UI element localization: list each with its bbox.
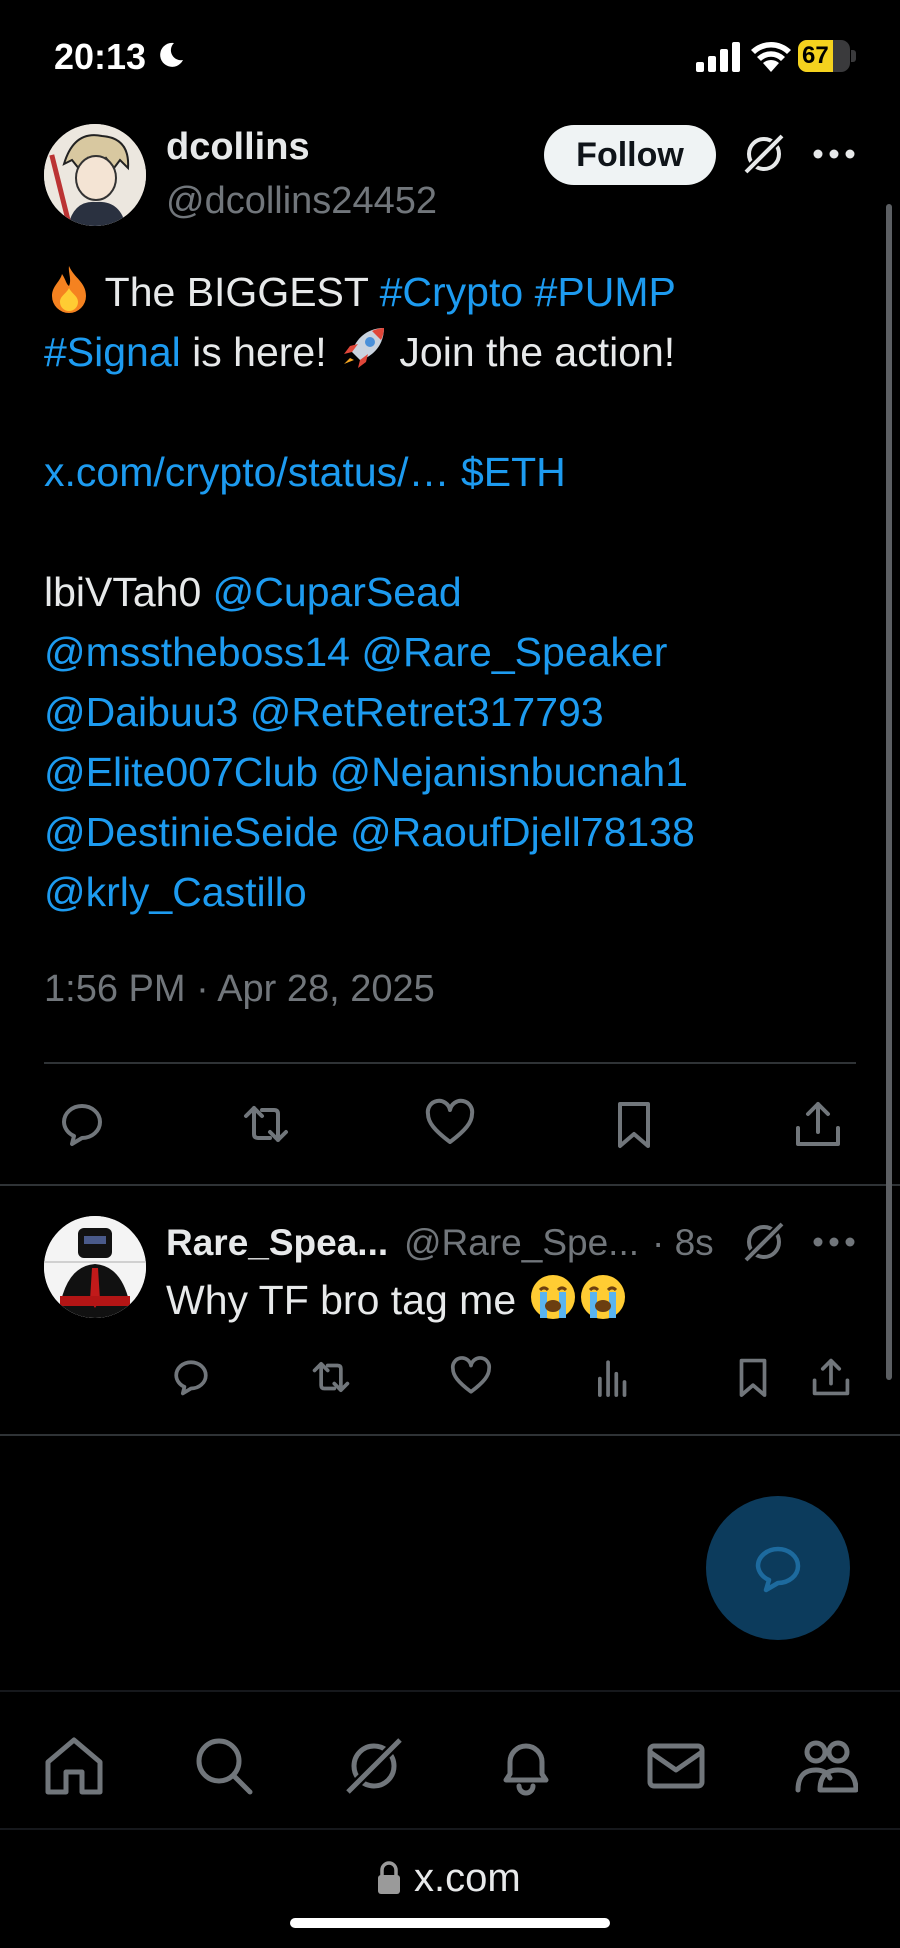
moon-icon — [160, 42, 183, 67]
hashtag-link[interactable]: #Crypto — [380, 269, 524, 315]
post-text: Join the action! — [388, 329, 676, 375]
browser-url-bar[interactable]: x.com — [0, 1828, 900, 1948]
grok-icon[interactable] — [740, 130, 788, 178]
wifi-icon — [751, 42, 791, 72]
reply-author-name[interactable]: Rare_Spea... — [166, 1222, 388, 1264]
grok-icon[interactable] — [740, 1218, 788, 1266]
divider — [0, 1434, 900, 1436]
reply-time[interactable]: · 8s — [652, 1222, 714, 1264]
share-icon[interactable] — [790, 1096, 846, 1152]
home-icon[interactable] — [42, 1734, 106, 1798]
cashtag-link[interactable]: $ETH — [450, 449, 566, 495]
reply-author-handle[interactable]: @Rare_Spe... — [404, 1222, 639, 1264]
communities-icon[interactable] — [794, 1734, 858, 1798]
cellular-signal-icon — [696, 42, 740, 72]
reply-icon[interactable] — [168, 1354, 214, 1400]
post-url-link[interactable]: x.com/crypto/status/… — [44, 449, 450, 495]
like-icon[interactable] — [448, 1354, 494, 1400]
views-icon[interactable] — [590, 1354, 636, 1400]
reply-icon[interactable] — [54, 1096, 110, 1152]
hashtag-link[interactable]: #PUMP — [523, 269, 676, 315]
battery-indicator: 67 — [798, 40, 856, 72]
share-icon[interactable] — [808, 1354, 854, 1400]
crying-face-emoji-icon — [530, 1275, 575, 1319]
post-text: is here! — [180, 329, 339, 375]
rocket-emoji-icon — [342, 328, 385, 370]
more-options-icon[interactable] — [812, 148, 856, 160]
reply-text: Why TF bro tag me — [166, 1272, 628, 1324]
post-text: The BIGGEST — [94, 269, 380, 315]
mention-link[interactable]: @DestinieSeide @RaoufDjell78138 — [44, 809, 695, 855]
reply-author-avatar[interactable] — [44, 1216, 146, 1318]
status-time: 20:13 — [54, 36, 147, 77]
grok-icon[interactable] — [342, 1734, 406, 1798]
mention-link[interactable]: @krly_Castillo — [44, 869, 307, 915]
notifications-icon[interactable] — [494, 1734, 558, 1798]
repost-icon[interactable] — [238, 1096, 294, 1152]
follow-button[interactable]: Follow — [544, 125, 716, 185]
post-timestamp[interactable]: 1:56 PM · Apr 28, 2025 — [44, 968, 435, 1011]
lock-icon — [378, 1861, 400, 1894]
mention-link[interactable]: @Elite007Club @Nejanisnbucnah1 — [44, 749, 688, 795]
scrollbar[interactable] — [886, 204, 892, 1380]
browser-url[interactable]: x.com — [414, 1856, 521, 1901]
mention-link[interactable]: @CuparSead — [213, 569, 462, 615]
post-author-handle[interactable]: @dcollins24452 — [166, 180, 437, 223]
repost-icon[interactable] — [308, 1354, 354, 1400]
post-author-name[interactable]: dcollins — [166, 126, 310, 169]
post-body: The BIGGEST #Crypto #PUMP #Signal is her… — [44, 262, 864, 922]
post-author-avatar[interactable] — [44, 124, 146, 226]
more-options-icon[interactable] — [812, 1236, 856, 1248]
battery-percent: 67 — [802, 42, 829, 69]
divider — [44, 1062, 856, 1064]
status-bar: 20:13 67 — [0, 0, 900, 112]
home-indicator[interactable] — [290, 1918, 610, 1928]
mention-link[interactable]: @msstheboss14 @Rare_Speaker — [44, 629, 667, 675]
search-icon[interactable] — [192, 1734, 256, 1798]
divider — [0, 1184, 900, 1186]
bookmark-icon[interactable] — [730, 1354, 776, 1400]
bookmark-icon[interactable] — [606, 1096, 662, 1152]
messages-icon[interactable] — [644, 1734, 708, 1798]
mention-link[interactable]: @Daibuu3 @RetRetret317793 — [44, 689, 604, 735]
fire-emoji-icon — [52, 266, 86, 313]
crying-face-emoji-icon — [580, 1275, 625, 1319]
compose-reply-button[interactable] — [706, 1496, 850, 1640]
post-text: lbiVTah0 — [44, 569, 213, 615]
like-icon[interactable] — [422, 1096, 478, 1152]
hashtag-link[interactable]: #Signal — [44, 329, 181, 375]
reply-icon — [755, 1546, 801, 1593]
bottom-navigation — [0, 1690, 900, 1828]
